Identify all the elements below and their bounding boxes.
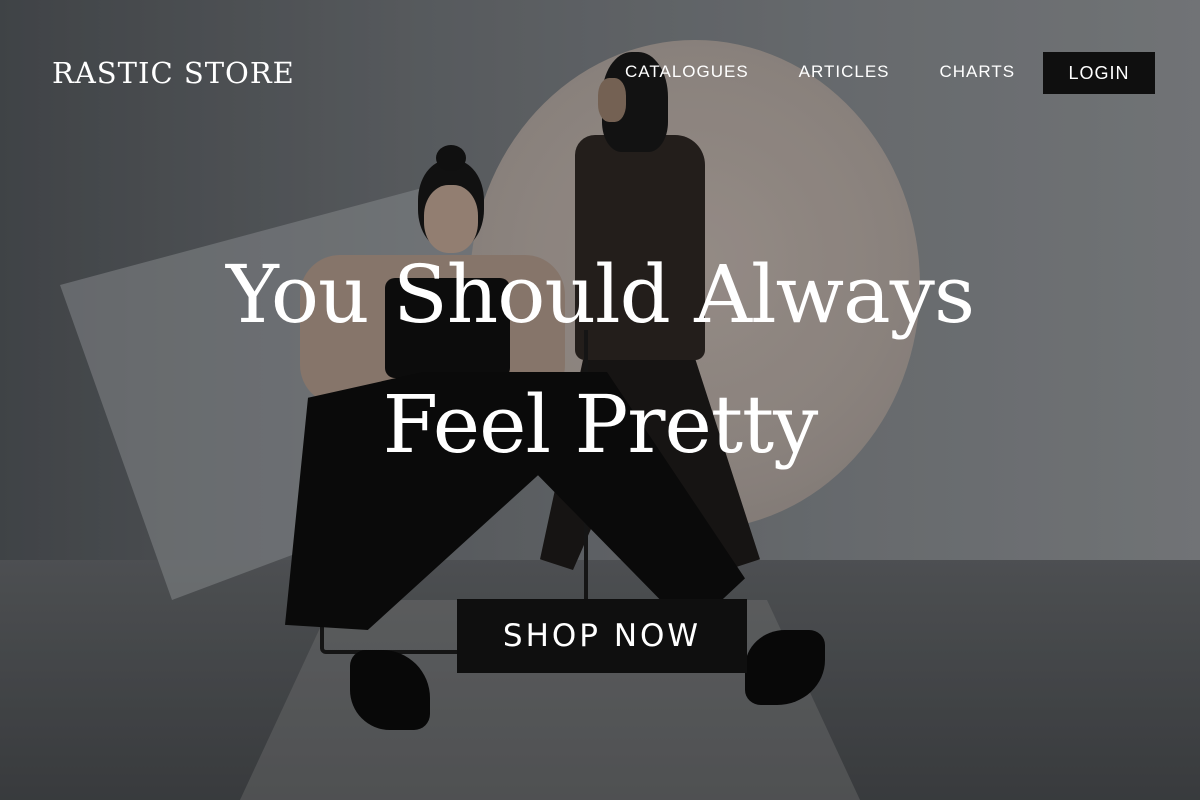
nav-item-articles[interactable]: ARTICLES xyxy=(799,62,890,82)
login-button[interactable]: LOGIN xyxy=(1043,52,1155,94)
headline-line-2: Feel Pretty xyxy=(382,378,819,471)
nav-item-charts[interactable]: CHARTS xyxy=(940,62,1016,82)
brand-logo[interactable]: RASTIC STORE xyxy=(52,56,295,90)
hero-section: RASTIC STORE CATALOGUES ARTICLES CHARTS … xyxy=(0,0,1200,800)
hero-headline: You Should Always Feel Pretty xyxy=(0,230,1200,490)
shop-now-button[interactable]: SHOP NOW xyxy=(457,599,747,673)
nav-item-catalogues[interactable]: CATALOGUES xyxy=(625,62,749,82)
headline-line-1: You Should Always xyxy=(226,248,975,341)
main-nav: CATALOGUES ARTICLES CHARTS xyxy=(625,62,1015,82)
